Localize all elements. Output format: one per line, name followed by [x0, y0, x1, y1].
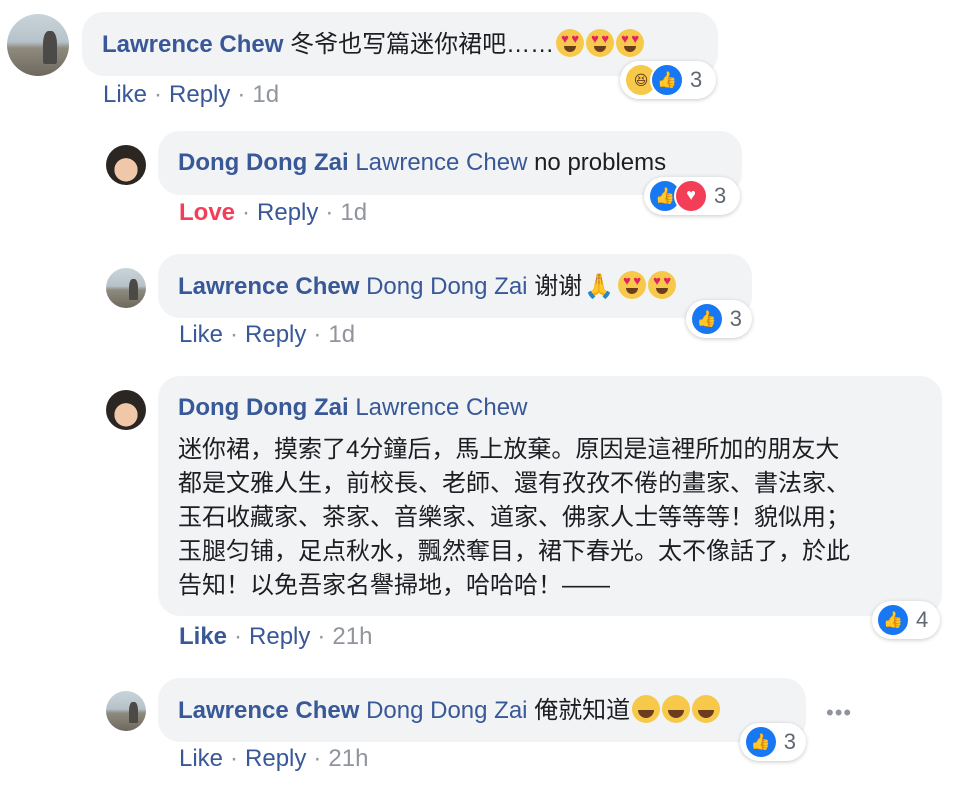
- separator: ·: [313, 745, 322, 772]
- comment-bubble: Lawrence Chew Dong Dong Zai 俺就知道: [158, 678, 806, 742]
- reaction-count: 3: [729, 306, 742, 331]
- more-horizontal-icon[interactable]: •••: [826, 700, 852, 726]
- like-icon: 👍: [650, 63, 684, 97]
- reaction-summary[interactable]: 👍 4: [872, 601, 940, 639]
- separator: ·: [325, 199, 334, 226]
- separator: ·: [242, 199, 251, 226]
- reply-link[interactable]: Reply: [245, 745, 306, 772]
- comment-text: no problems: [534, 149, 667, 176]
- comment-author[interactable]: Lawrence Chew: [102, 31, 283, 58]
- reply-link[interactable]: Reply: [249, 623, 310, 650]
- separator: ·: [317, 623, 326, 650]
- separator: ·: [230, 745, 239, 772]
- comment-actions: Like · Reply · 1d: [103, 80, 279, 110]
- reply-link[interactable]: Reply: [257, 199, 318, 226]
- timestamp[interactable]: 1d: [252, 81, 279, 108]
- comment-bubble: Dong Dong Zai Lawrence Chew 迷你裙，摸索了4分鐘后，…: [158, 376, 942, 616]
- reaction-summary[interactable]: 👍 3: [740, 723, 806, 761]
- avatar[interactable]: [106, 145, 146, 185]
- love-icon: ♥: [674, 179, 708, 213]
- love-link[interactable]: Love: [179, 199, 235, 226]
- like-link[interactable]: Like: [179, 321, 223, 348]
- heart-eyes-emoji-icon: [618, 271, 647, 299]
- reaction-summary[interactable]: 👍 ♥ 3: [644, 177, 740, 215]
- reply-link[interactable]: Reply: [169, 81, 230, 108]
- separator: ·: [154, 81, 163, 108]
- heart-eyes-emoji-icon: [556, 29, 585, 57]
- comment-author[interactable]: Dong Dong Zai: [178, 149, 349, 176]
- avatar[interactable]: [106, 268, 146, 308]
- avatar[interactable]: [106, 691, 146, 731]
- timestamp[interactable]: 21h: [328, 745, 368, 772]
- comment-bubble: Lawrence Chew 冬爷也写篇迷你裙吧……: [82, 12, 718, 76]
- tagged-user[interactable]: Dong Dong Zai: [366, 273, 527, 300]
- like-icon: 👍: [744, 725, 778, 759]
- reply-link[interactable]: Reply: [245, 321, 306, 348]
- timestamp[interactable]: 1d: [340, 199, 367, 226]
- tagged-user[interactable]: Lawrence Chew: [355, 149, 527, 176]
- like-link[interactable]: Like: [103, 81, 147, 108]
- comment-text: 迷你裙，摸索了4分鐘后，馬上放棄。原因是這裡所加的朋友大 都是文雅人生，前校長、…: [178, 436, 850, 599]
- like-link[interactable]: Like: [179, 745, 223, 772]
- comment-actions: Like · Reply · 21h: [179, 622, 372, 652]
- comment-author[interactable]: Lawrence Chew: [178, 273, 359, 300]
- like-icon: 👍: [876, 603, 910, 637]
- reaction-summary[interactable]: 👍 3: [686, 300, 752, 338]
- tagged-user[interactable]: Dong Dong Zai: [366, 697, 527, 724]
- rofl-emoji-icon: [632, 695, 661, 723]
- comment-text: 谢谢: [534, 273, 583, 300]
- reaction-count: 3: [714, 183, 727, 208]
- comment-actions: Love · Reply · 1d: [179, 198, 367, 228]
- like-icon: 👍: [690, 302, 724, 336]
- separator: ·: [230, 321, 239, 348]
- comment-actions: Like · Reply · 1d: [179, 320, 355, 350]
- comment-actions: Like · Reply · 21h: [179, 744, 368, 774]
- avatar[interactable]: [106, 390, 146, 430]
- heart-eyes-emoji-icon: [616, 29, 645, 57]
- reaction-count: 3: [783, 729, 796, 754]
- comment-author[interactable]: Dong Dong Zai: [178, 394, 349, 421]
- timestamp[interactable]: 1d: [328, 321, 355, 348]
- comment-bubble: Lawrence Chew Dong Dong Zai 谢谢🙏: [158, 254, 752, 318]
- comment-text: 冬爷也写篇迷你裙吧……: [290, 31, 555, 58]
- separator: ·: [313, 321, 322, 348]
- tagged-user[interactable]: Lawrence Chew: [355, 394, 527, 421]
- avatar[interactable]: [7, 14, 69, 76]
- reaction-count: 4: [916, 607, 929, 632]
- separator: ·: [237, 81, 246, 108]
- separator: ·: [234, 623, 243, 650]
- rofl-emoji-icon: [692, 695, 721, 723]
- timestamp[interactable]: 21h: [332, 623, 372, 650]
- heart-eyes-emoji-icon: [586, 29, 615, 57]
- rofl-emoji-icon: [662, 695, 691, 723]
- reaction-summary[interactable]: 😆 👍 3: [620, 61, 716, 99]
- heart-eyes-emoji-icon: [648, 271, 677, 299]
- comment-text: 俺就知道: [534, 697, 631, 724]
- praying-hands-emoji-icon: 🙏: [584, 273, 615, 300]
- reaction-count: 3: [690, 67, 703, 92]
- like-link[interactable]: Like: [179, 623, 227, 650]
- comment-author[interactable]: Lawrence Chew: [178, 697, 359, 724]
